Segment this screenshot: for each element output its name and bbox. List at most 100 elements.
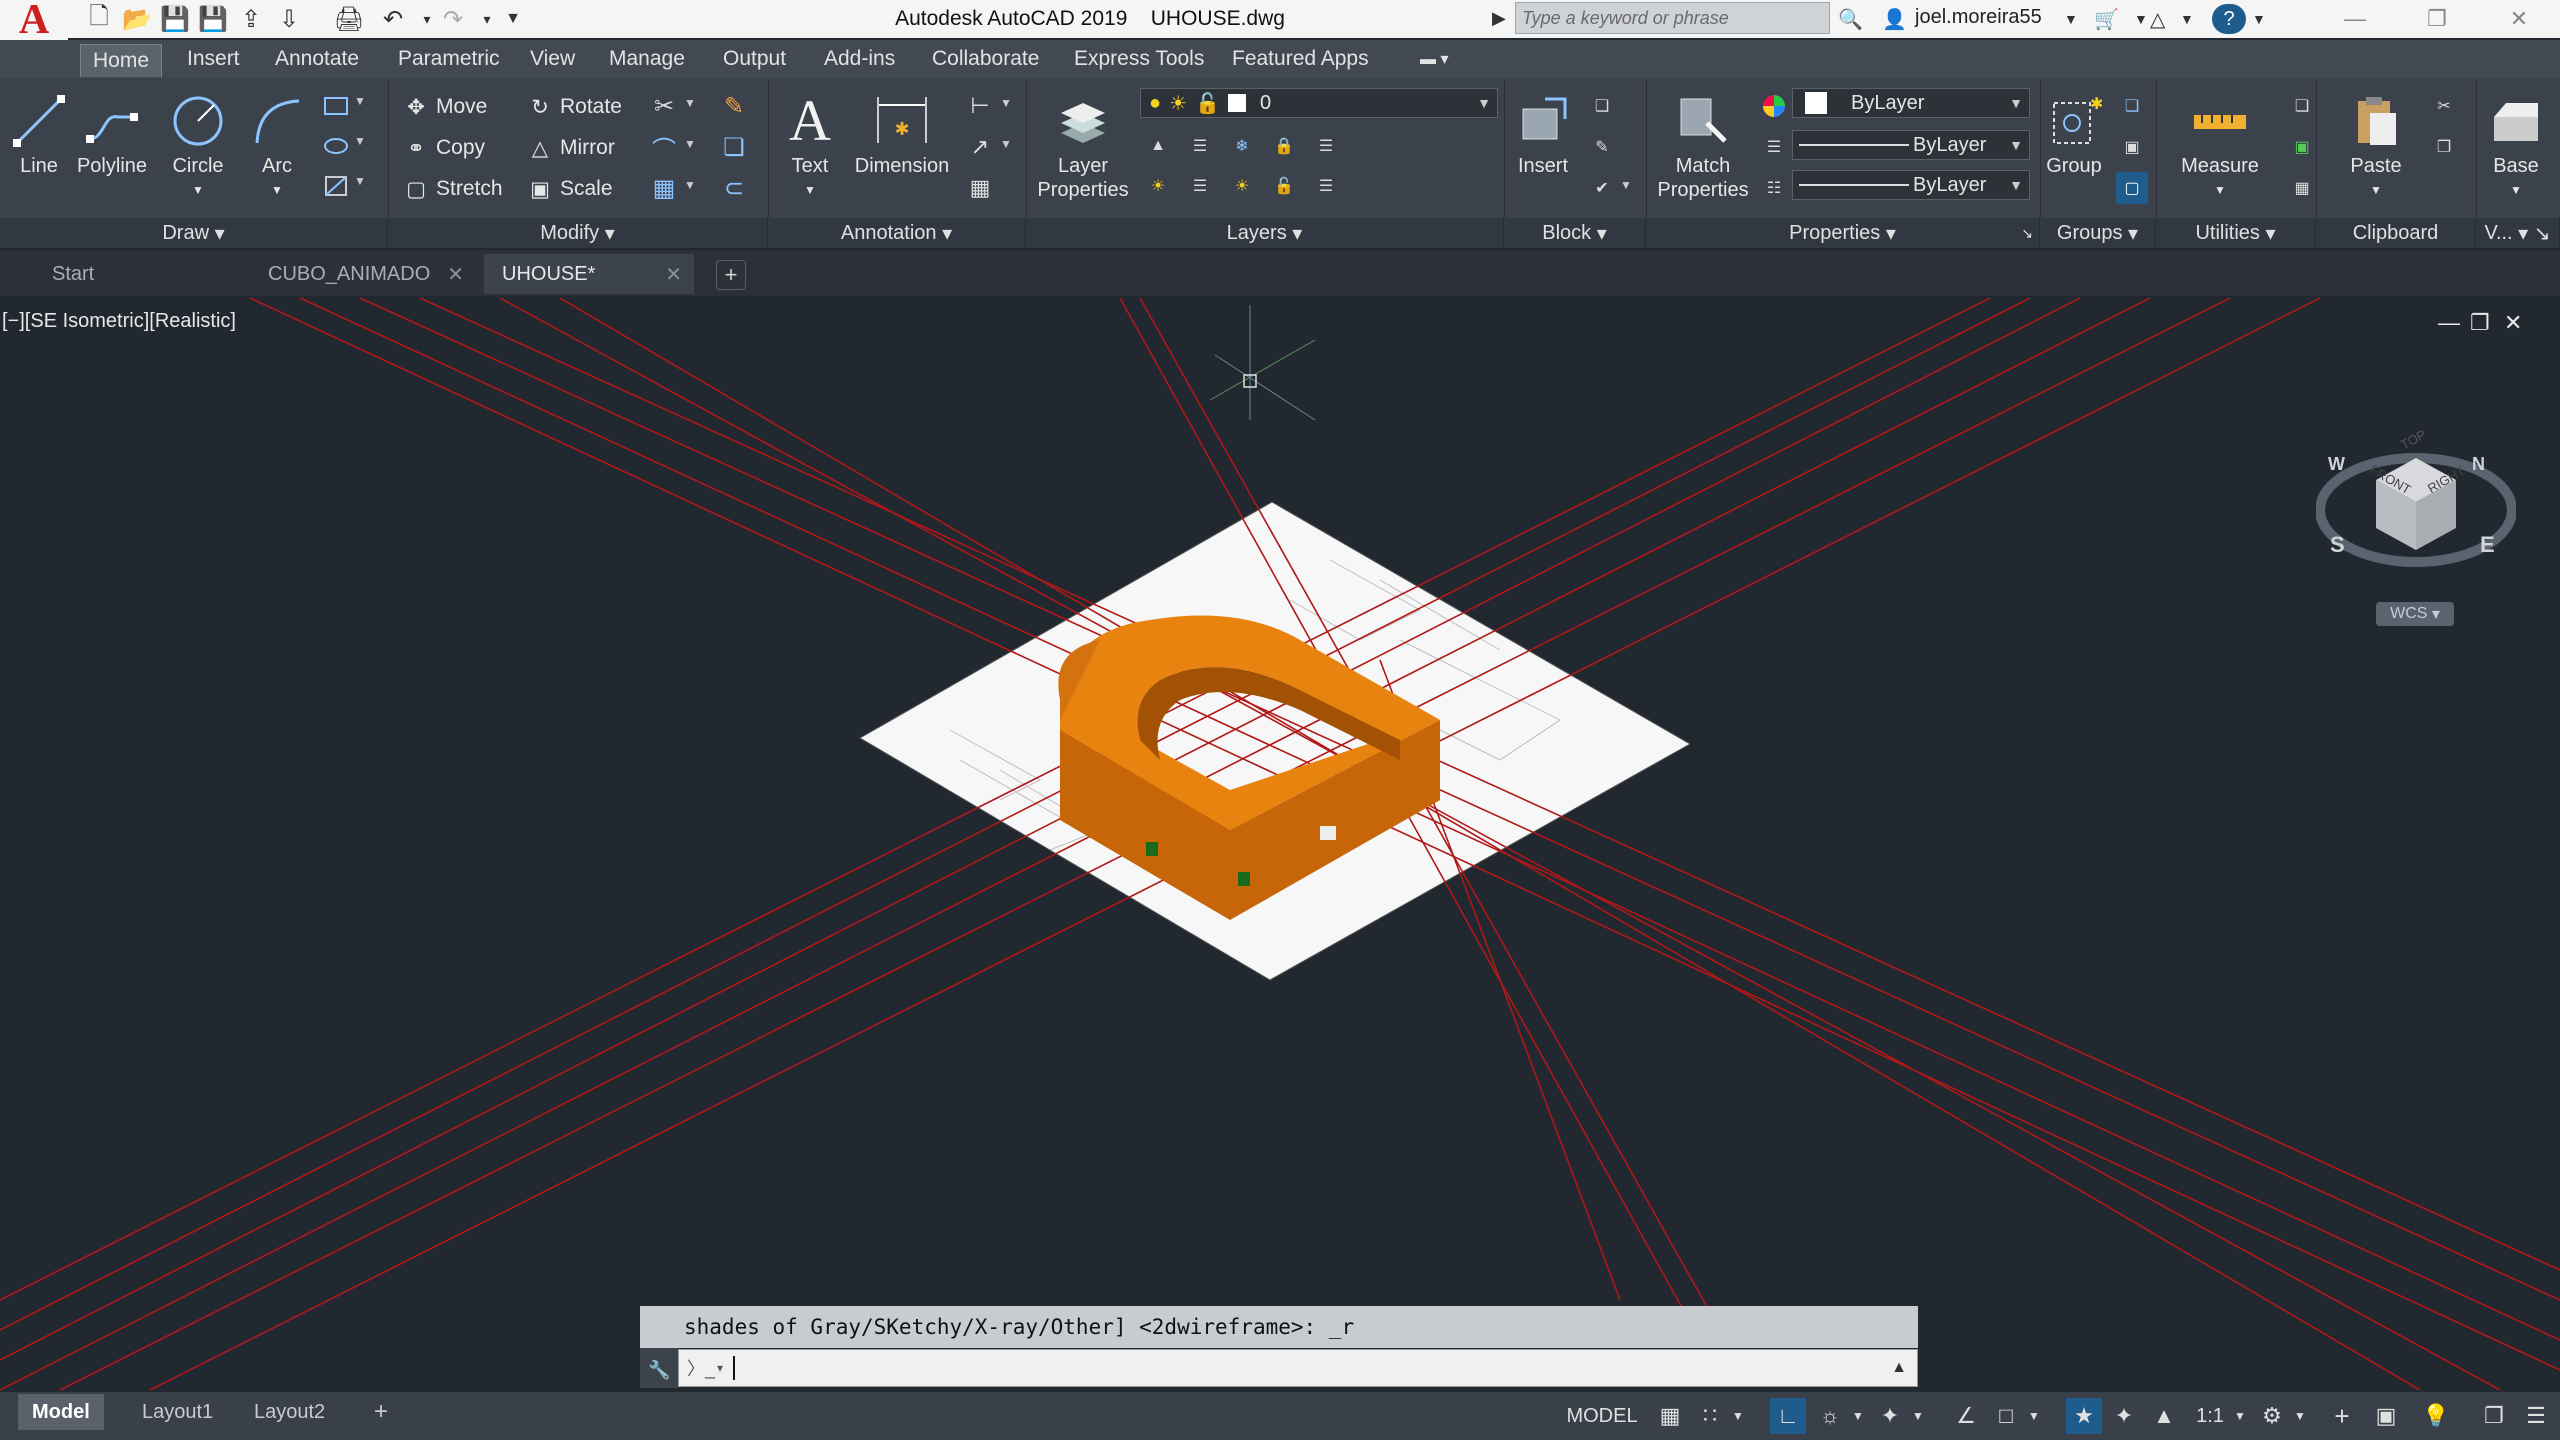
open-web-icon[interactable]: ⇪: [234, 2, 268, 36]
dimension-dropdown-icon[interactable]: ▼: [1000, 96, 1012, 110]
units-icon[interactable]: ▣: [2370, 1398, 2402, 1434]
match-properties-button[interactable]: Match Properties: [1652, 88, 1754, 202]
insert-block-button[interactable]: Insert: [1508, 88, 1578, 178]
gradient-dropdown-icon[interactable]: ▼: [354, 174, 366, 188]
lineweight-icon[interactable]: ☰: [1758, 131, 1790, 163]
grid-icon[interactable]: ▦: [1654, 1398, 1686, 1434]
tab-view[interactable]: View: [518, 44, 587, 74]
layout-tab-model[interactable]: Model: [18, 1394, 104, 1430]
hatch-dropdown-icon[interactable]: ▼: [354, 134, 366, 148]
circle-dropdown-icon[interactable]: ▼: [192, 178, 204, 202]
layer-thaw-all-icon[interactable]: ☀: [1226, 170, 1258, 202]
isometric-drafting-icon[interactable]: ✦: [1874, 1398, 1906, 1434]
model-space-canvas[interactable]: [0, 298, 2560, 1390]
close-tab-icon[interactable]: ✕: [665, 262, 682, 287]
save-web-icon[interactable]: ⇩: [272, 2, 306, 36]
fillet-dropdown-icon[interactable]: ▼: [684, 137, 696, 151]
leader-dropdown-icon[interactable]: ▼: [1000, 137, 1012, 151]
fillet-icon[interactable]: ⌒: [648, 131, 680, 164]
application-menu-button[interactable]: A: [0, 0, 68, 41]
layer-dropdown[interactable]: ● ☀ 🔓 0 ▼: [1140, 88, 1498, 118]
trim-dropdown-icon[interactable]: ▼: [684, 96, 696, 110]
ortho-icon[interactable]: ∟: [1770, 1398, 1806, 1434]
scale-button[interactable]: ▣ Scale: [526, 172, 612, 206]
layer-freeze-icon[interactable]: ❄: [1226, 130, 1258, 162]
minimize-window-icon[interactable]: —: [2314, 0, 2396, 38]
create-block-icon[interactable]: ❏: [1586, 90, 1618, 122]
command-input[interactable]: 〉_ ▾ ▲: [678, 1349, 1918, 1387]
compass-s[interactable]: S: [2330, 532, 2345, 558]
tab-manage[interactable]: Manage: [597, 44, 697, 74]
redo-icon[interactable]: ↷: [436, 2, 470, 36]
draw-panel-title[interactable]: Draw ▾: [0, 218, 388, 248]
file-tab-start[interactable]: Start: [34, 254, 244, 294]
trim-icon[interactable]: ✂: [648, 90, 680, 122]
edit-attributes-icon[interactable]: ✔: [1586, 172, 1618, 204]
calculator-icon[interactable]: ▦: [2286, 172, 2318, 204]
base-view-button[interactable]: Base ▼: [2480, 88, 2552, 202]
ucs-menu[interactable]: WCS ▾: [2376, 602, 2454, 626]
file-tab-uhouse[interactable]: UHOUSE* ✕: [484, 254, 694, 294]
tab-home[interactable]: Home: [80, 44, 163, 77]
rectangle-dropdown-icon[interactable]: ▼: [354, 94, 366, 108]
open-file-icon[interactable]: 📂: [120, 2, 154, 36]
search-input[interactable]: Type a keyword or phrase: [1515, 2, 1830, 34]
annotation-visibility-icon[interactable]: ★: [2066, 1398, 2102, 1434]
rotate-button[interactable]: ↻ Rotate: [526, 90, 622, 124]
new-tab-plus-icon[interactable]: +: [716, 260, 746, 290]
scale-dropdown-icon[interactable]: ▼: [2232, 1398, 2248, 1434]
tab-insert[interactable]: Insert: [175, 44, 252, 74]
file-tab-cubo-animado[interactable]: CUBO_ANIMADO ✕: [250, 254, 476, 294]
viewport-controls-label[interactable]: [−][SE Isometric][Realistic]: [2, 310, 236, 333]
measure-button[interactable]: Measure ▼: [2162, 88, 2278, 202]
command-customize-icon[interactable]: 🔧: [648, 1360, 670, 1381]
isometric-dropdown-icon[interactable]: ▼: [1910, 1398, 1926, 1434]
attributes-dropdown-icon[interactable]: ▼: [1620, 178, 1632, 192]
save-as-icon[interactable]: 💾: [196, 2, 230, 36]
leader-icon[interactable]: ↗: [964, 131, 996, 163]
user-icon[interactable]: 👤: [1882, 4, 1907, 34]
layer-walk-icon[interactable]: ☰: [1310, 170, 1342, 202]
clean-screen-icon[interactable]: ❐: [2478, 1398, 2510, 1434]
edit-block-icon[interactable]: ✎: [1586, 131, 1618, 163]
tab-express-tools[interactable]: Express Tools: [1062, 44, 1216, 74]
copy-button[interactable]: ⚭ Copy: [402, 131, 485, 165]
layer-previous-icon[interactable]: ☰: [1184, 170, 1216, 202]
utilities-panel-title[interactable]: Utilities ▾: [2156, 218, 2316, 248]
help-dropdown-icon[interactable]: ▼: [2252, 4, 2266, 34]
erase-icon[interactable]: ✎: [718, 90, 750, 122]
plot-icon[interactable]: 🖨: [332, 2, 366, 36]
hatch-icon[interactable]: [320, 130, 352, 162]
snap-icon[interactable]: ∷: [1694, 1398, 1726, 1434]
array-dropdown-icon[interactable]: ▼: [684, 178, 696, 192]
viewport-close-icon[interactable]: ✕: [2504, 310, 2522, 336]
annotation-scale-value[interactable]: 1:1: [2190, 1398, 2230, 1434]
annotation-panel-title[interactable]: Annotation ▾: [768, 218, 1026, 248]
viewport-restore-icon[interactable]: ❐: [2470, 310, 2490, 336]
model-space-toggle[interactable]: MODEL: [1560, 1398, 1644, 1434]
compass-n[interactable]: N: [2472, 454, 2485, 475]
app-store-dropdown-icon[interactable]: ▼: [2134, 4, 2148, 34]
layout-tab-layout2[interactable]: Layout2: [240, 1394, 339, 1430]
object-snap-tracking-icon[interactable]: ∠: [1950, 1398, 1982, 1434]
stay-connected-icon[interactable]: △: [2150, 4, 2165, 34]
tab-parametric[interactable]: Parametric: [386, 44, 512, 74]
stretch-button[interactable]: ▢ Stretch: [402, 172, 502, 206]
tab-annotate[interactable]: Annotate: [263, 44, 371, 74]
layer-match-icon[interactable]: ☰: [1310, 130, 1342, 162]
paste-button[interactable]: Paste ▼: [2324, 88, 2428, 202]
annotation-scale-icon[interactable]: ▲: [2148, 1398, 2180, 1434]
base-dropdown-icon[interactable]: ▼: [2510, 178, 2522, 202]
cut-icon[interactable]: ✂: [2428, 90, 2460, 122]
line-button[interactable]: Line: [8, 88, 70, 178]
object-snap-icon[interactable]: □: [1990, 1398, 2022, 1434]
clipboard-panel-title[interactable]: Clipboard: [2316, 218, 2476, 248]
linear-dimension-icon[interactable]: ⊢: [964, 90, 996, 122]
gradient-icon[interactable]: [320, 170, 352, 202]
select-all-icon[interactable]: ▣: [2286, 131, 2318, 163]
isolate-objects-icon[interactable]: 💡: [2418, 1398, 2454, 1434]
layer-unisolate-icon[interactable]: ☀: [1142, 170, 1174, 202]
move-button[interactable]: ✥ Move: [402, 90, 487, 124]
snap-dropdown-icon[interactable]: ▼: [1730, 1398, 1746, 1434]
polar-tracking-icon[interactable]: ☼: [1814, 1398, 1846, 1434]
